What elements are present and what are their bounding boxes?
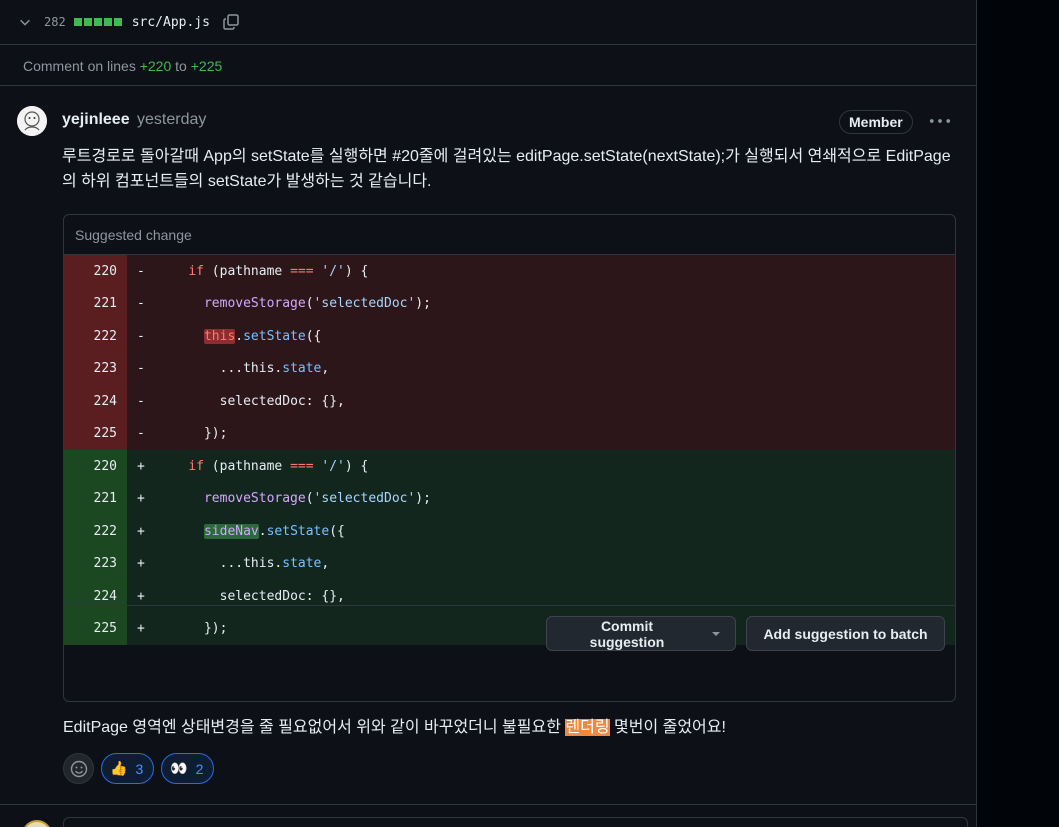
line-number: 221 <box>64 287 127 320</box>
highlighted-text: 렌더링 <box>565 719 610 736</box>
line-number: 220 <box>64 255 127 288</box>
more-options-icon[interactable] <box>928 113 952 129</box>
code-line: sideNav.setState({ <box>203 523 345 539</box>
suggested-change-title: Suggested change <box>64 215 955 255</box>
diff-row-added: 222 + sideNav.setState({ <box>64 515 955 548</box>
commit-suggestion-button[interactable]: Commit suggestion <box>546 616 736 651</box>
smiley-icon[interactable] <box>63 753 94 784</box>
diff-row-deleted: 224 - selectedDoc: {}, <box>64 385 955 418</box>
avatar[interactable] <box>22 820 52 827</box>
diff-sign: - <box>137 426 145 442</box>
thumbs-up-icon: 👍 <box>110 760 128 776</box>
line-number: 224 <box>64 385 127 418</box>
diff-row-added: 221 + removeStorage('selectedDoc'); <box>64 482 955 515</box>
comment-author[interactable]: yejinleee <box>62 111 130 129</box>
lines-note-from: +220 <box>139 57 172 74</box>
code-line: ...this.state, <box>219 361 330 377</box>
diff-sign: - <box>137 263 145 279</box>
code-line: if (pathname === '/') { <box>188 263 369 279</box>
diff-sign: + <box>137 588 145 604</box>
right-panel <box>976 0 1059 827</box>
line-number: 223 <box>64 352 127 385</box>
diff-sign: + <box>137 491 145 507</box>
code-line: ...this.state, <box>219 556 330 572</box>
file-header: 282 src/App.js <box>0 0 976 45</box>
lines-note-to-word: to <box>175 57 187 74</box>
next-comment-box <box>63 817 968 827</box>
member-badge: Member <box>839 110 913 134</box>
review-comment: yejinleee yesterday Member 루트경로로 돌아갈때 Ap… <box>0 87 976 805</box>
code-line: removeStorage('selectedDoc'); <box>203 491 431 507</box>
line-number: 221 <box>64 482 127 515</box>
line-number: 222 <box>64 320 127 353</box>
diff-row-deleted: 220 - if (pathname === '/') { <box>64 255 955 288</box>
reactions-bar: 👍 3 👀 2 <box>63 753 215 784</box>
line-number: 223 <box>64 547 127 580</box>
line-number: 225 <box>64 417 127 450</box>
triangle-down-icon[interactable] <box>712 630 720 638</box>
reaction-thumbs-up[interactable]: 👍 3 <box>101 753 155 784</box>
file-name[interactable]: src/App.js <box>132 15 210 30</box>
code-line: selectedDoc: {}, <box>219 393 345 409</box>
code-line: selectedDoc: {}, <box>219 588 345 604</box>
reaction-eyes[interactable]: 👀 2 <box>161 753 215 784</box>
avatar[interactable] <box>17 106 47 136</box>
diffstat-blocks <box>73 18 122 26</box>
lines-note-prefix: Comment on lines <box>23 57 136 74</box>
next-comment <box>0 806 976 827</box>
diff-sign: + <box>137 556 145 572</box>
diff-sign: - <box>137 361 145 377</box>
code-line: if (pathname === '/') { <box>188 458 369 474</box>
lines-note-to: +225 <box>190 57 223 74</box>
diff-sign: + <box>137 523 145 539</box>
line-number: 220 <box>64 450 127 483</box>
diff-sign: - <box>137 328 145 344</box>
suggestion-actions: Commit suggestion Add suggestion to batc… <box>64 605 955 661</box>
comment-time[interactable]: yesterday <box>137 111 206 129</box>
code-line: removeStorage('selectedDoc'); <box>203 296 431 312</box>
diff-sign: - <box>137 296 145 312</box>
eyes-icon: 👀 <box>170 760 188 776</box>
comment-lines-note: Comment on lines +220 to +225 <box>0 46 976 86</box>
diff-row-added: 220 + if (pathname === '/') { <box>64 450 955 483</box>
diff-row-deleted: 221 - removeStorage('selectedDoc'); <box>64 287 955 320</box>
comment-footer-text: EditPage 영역엔 상태변경을 줄 필요없어서 위와 같이 바꾸었더니 불… <box>63 719 726 736</box>
chevron-down-icon[interactable] <box>18 15 32 29</box>
line-number: 222 <box>64 515 127 548</box>
comment-body: 루트경로로 돌아갈때 App의 setState를 실행하면 #20줄에 걸려있… <box>62 148 951 190</box>
commit-suggestion-label: Commit suggestion <box>589 617 665 650</box>
diff-count: 282 <box>44 15 66 29</box>
diff-sign: - <box>137 393 145 409</box>
reaction-count: 3 <box>135 760 144 777</box>
diff-row-deleted: 223 - ...this.state, <box>64 352 955 385</box>
diff-row-added: 223 + ...this.state, <box>64 547 955 580</box>
diff-sign: + <box>137 458 145 474</box>
add-to-batch-button[interactable]: Add suggestion to batch <box>746 616 945 651</box>
copy-icon[interactable] <box>222 13 240 31</box>
code-line: }); <box>203 426 228 442</box>
suggested-change: Suggested change 220 - if (pathname === … <box>63 214 956 702</box>
diff-row-deleted: 222 - this.setState({ <box>64 320 955 353</box>
code-line: this.setState({ <box>203 328 322 344</box>
diff-row-deleted: 225 - }); <box>64 417 955 450</box>
reaction-count: 2 <box>195 760 204 777</box>
